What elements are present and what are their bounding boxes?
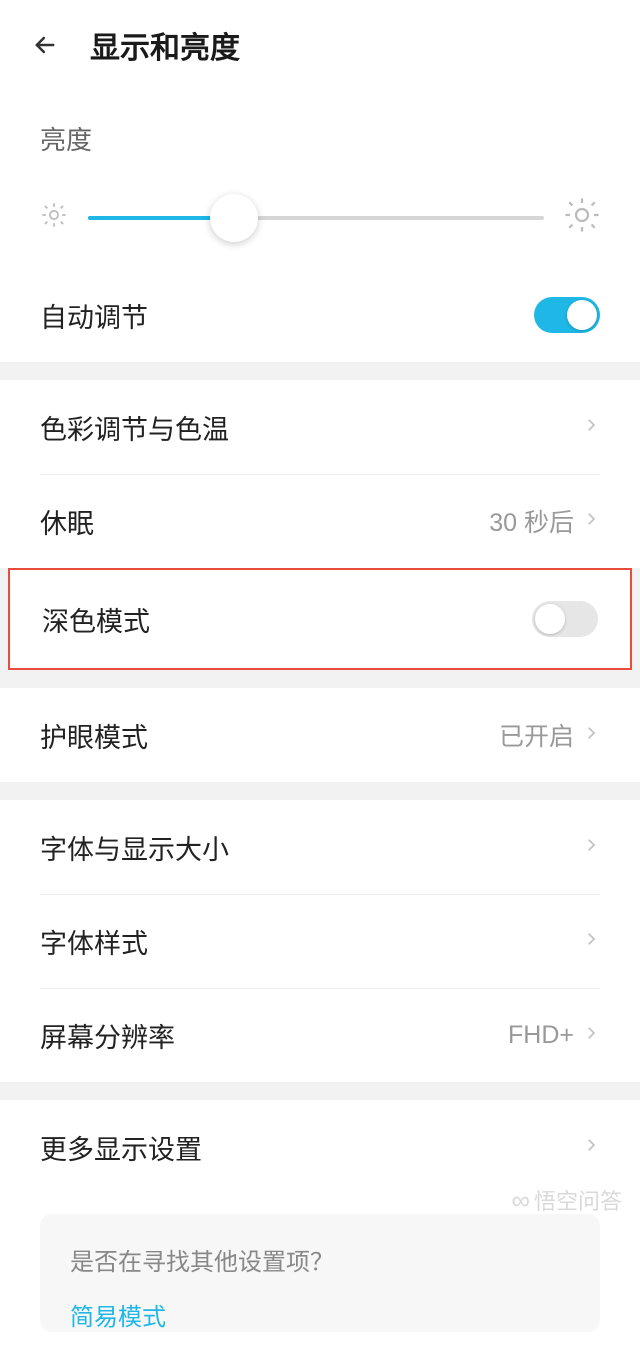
eye-comfort-label: 护眼模式 <box>40 716 148 755</box>
brightness-high-icon <box>564 197 600 238</box>
auto-adjust-label: 自动调节 <box>40 296 148 335</box>
more-display-row[interactable]: 更多显示设置 <box>0 1100 640 1194</box>
color-adjustment-row[interactable]: 色彩调节与色温 <box>0 380 640 474</box>
sleep-label: 休眠 <box>40 502 94 541</box>
resolution-label: 屏幕分辨率 <box>40 1016 175 1055</box>
brightness-low-icon <box>40 201 68 234</box>
brightness-label: 亮度 <box>40 120 600 157</box>
dark-mode-row[interactable]: 深色模式 <box>10 570 630 668</box>
brightness-slider-row <box>40 187 600 258</box>
chevron-right-icon <box>582 416 600 439</box>
chevron-right-icon <box>582 510 600 533</box>
resolution-row[interactable]: 屏幕分辨率 FHD+ <box>0 988 640 1082</box>
dark-mode-toggle[interactable] <box>532 601 598 637</box>
more-display-label: 更多显示设置 <box>40 1128 202 1167</box>
search-suggestion-card: 是否在寻找其他设置项？ 简易模式 <box>40 1214 600 1332</box>
auto-adjust-row[interactable]: 自动调节 <box>0 268 640 362</box>
header: 显示和亮度 <box>0 0 640 90</box>
font-style-label: 字体样式 <box>40 922 148 961</box>
watermark-icon: ∞ <box>511 1185 526 1216</box>
chevron-right-icon <box>582 836 600 859</box>
brightness-slider-thumb[interactable] <box>210 194 258 242</box>
font-style-row[interactable]: 字体样式 <box>0 894 640 988</box>
font-display-size-label: 字体与显示大小 <box>40 828 229 867</box>
dark-mode-label: 深色模式 <box>42 600 150 639</box>
font-display-size-row[interactable]: 字体与显示大小 <box>0 800 640 894</box>
easy-mode-link[interactable]: 简易模式 <box>70 1297 570 1332</box>
dark-mode-highlight: 深色模式 <box>8 568 632 670</box>
back-icon[interactable] <box>30 30 60 60</box>
page-title: 显示和亮度 <box>90 23 240 67</box>
chevron-right-icon <box>582 1024 600 1047</box>
watermark: ∞ 悟空问答 <box>511 1184 622 1216</box>
resolution-value: FHD+ <box>508 1021 574 1050</box>
color-adjustment-label: 色彩调节与色温 <box>40 408 229 447</box>
chevron-right-icon <box>582 1136 600 1159</box>
brightness-section: 亮度 <box>0 90 640 268</box>
auto-adjust-toggle[interactable] <box>534 297 600 333</box>
sleep-value: 30 秒后 <box>489 503 574 539</box>
eye-comfort-value: 已开启 <box>499 717 574 753</box>
search-suggestion-text: 是否在寻找其他设置项？ <box>70 1242 570 1277</box>
eye-comfort-row[interactable]: 护眼模式 已开启 <box>0 688 640 782</box>
brightness-slider[interactable] <box>88 216 544 220</box>
chevron-right-icon <box>582 724 600 747</box>
chevron-right-icon <box>582 930 600 953</box>
watermark-text: 悟空问答 <box>534 1184 622 1216</box>
sleep-row[interactable]: 休眠 30 秒后 <box>0 474 640 568</box>
